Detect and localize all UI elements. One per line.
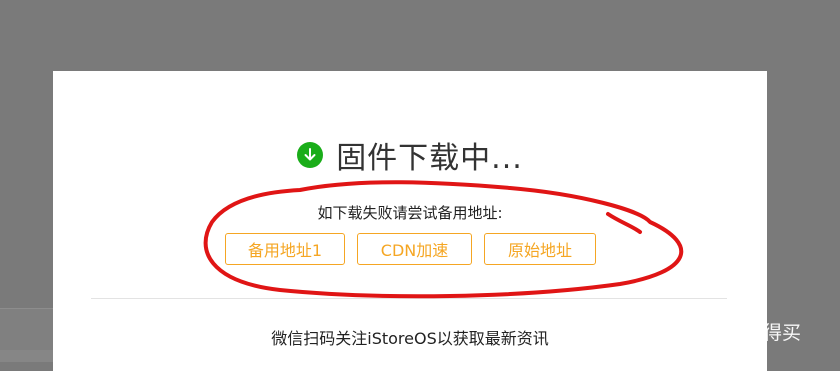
- dialog-header: 固件下载中...: [53, 133, 767, 177]
- smzdm-watermark: 什么值得买: [672, 318, 801, 345]
- background-divider: [0, 308, 53, 309]
- dialog-title: 固件下载中...: [336, 141, 523, 176]
- watermark-logo-icon: [673, 319, 697, 344]
- backup-address-1-button[interactable]: 备用地址1: [225, 233, 345, 265]
- dialog-divider: [91, 298, 727, 299]
- background-panel-bottom: [0, 350, 53, 362]
- firmware-download-dialog: 固件下载中... 如下载失败请尝试备用地址: 备用地址1 CDN加速 原始地址 …: [53, 71, 767, 371]
- original-address-button[interactable]: 原始地址: [484, 233, 596, 265]
- download-icon: [297, 142, 324, 168]
- fallback-hint: 如下载失败请尝试备用地址:: [317, 204, 503, 222]
- mirror-button-group: 备用地址1 CDN加速 原始地址: [225, 233, 596, 265]
- cdn-accelerate-button[interactable]: CDN加速: [357, 233, 472, 265]
- wechat-follow-text: 微信扫码关注iStoreOS以获取最新资讯: [271, 329, 549, 348]
- watermark-text: 什么值得买: [706, 322, 802, 344]
